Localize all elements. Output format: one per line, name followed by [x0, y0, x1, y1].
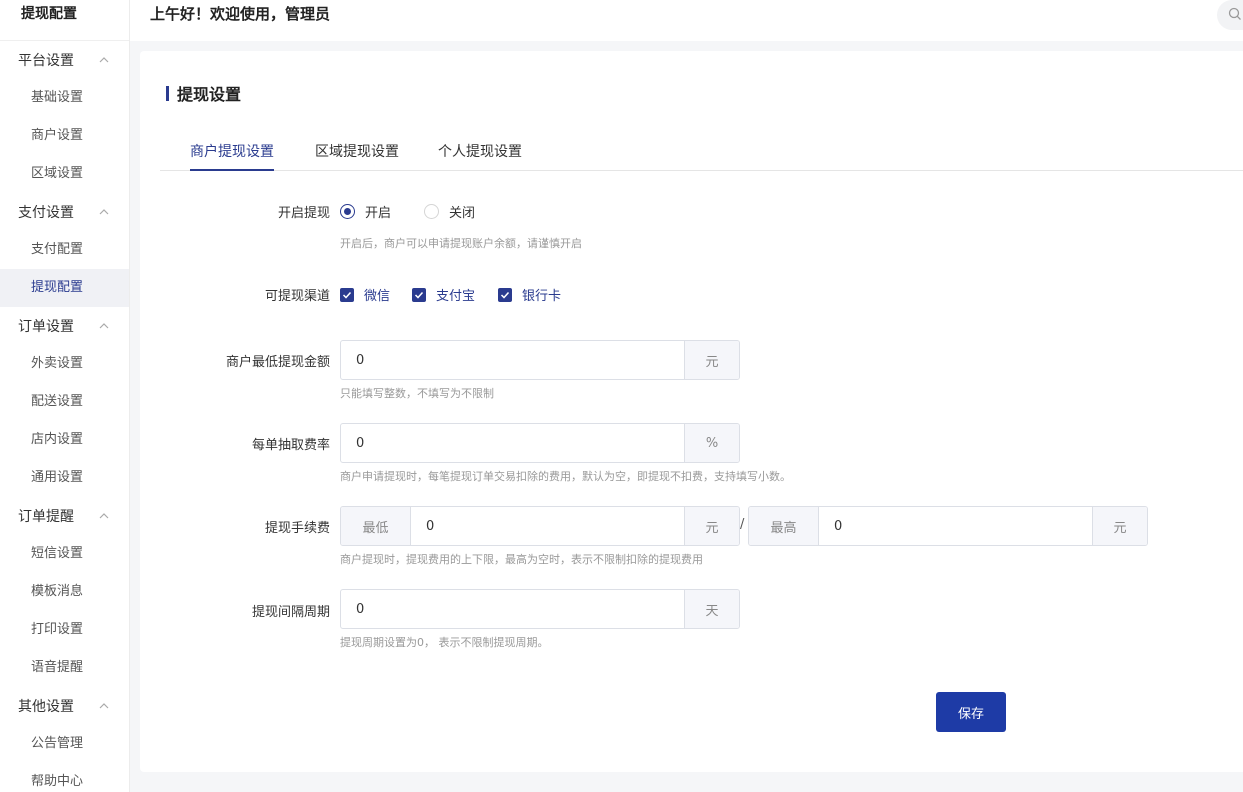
channels-label: 可提现渠道 — [264, 289, 330, 304]
service-fee-min-unit: 元 — [684, 507, 739, 545]
search-icon — [1228, 7, 1241, 20]
interval-unit: 天 — [684, 590, 739, 628]
sidebar-item-print[interactable]: 打印设置 — [0, 611, 129, 649]
min-amount-input[interactable] — [341, 341, 684, 379]
nav-group-other[interactable]: 其他设置 — [0, 687, 129, 725]
checkbox-checked-icon — [340, 287, 354, 302]
min-amount-hint: 只能填写整数，不填写为不限制 — [340, 387, 494, 400]
sidebar-item-region[interactable]: 区域设置 — [0, 155, 129, 193]
sidebar-item-payment-config[interactable]: 支付配置 — [0, 231, 129, 269]
interval-group: 天 — [340, 589, 740, 629]
tab-merchant-withdraw[interactable]: 商户提现设置 — [190, 139, 274, 171]
fee-rate-label: 每单抽取费率 — [251, 438, 330, 453]
service-fee-max-prefix: 最高 — [749, 507, 819, 545]
chevron-up-icon — [99, 55, 109, 65]
sidebar: 提现配置 平台设置 基础设置 商户设置 区域设置 支付设置 支付配置 提现配置 … — [0, 0, 130, 792]
checkbox-wechat[interactable]: 微信 — [340, 285, 390, 304]
sidebar-item-withdraw-config[interactable]: 提现配置 — [0, 269, 129, 307]
checkbox-label: 支付宝 — [436, 289, 476, 304]
save-button[interactable]: 保存 — [936, 692, 1006, 732]
checkbox-checked-icon — [412, 287, 426, 302]
chevron-up-icon — [99, 701, 109, 711]
checkbox-checked-icon — [498, 287, 512, 302]
sidebar-item-sms[interactable]: 短信设置 — [0, 535, 129, 573]
service-fee-max-group: 最高 元 — [748, 506, 1148, 546]
sidebar-item-takeout[interactable]: 外卖设置 — [0, 345, 129, 383]
nav-group-label: 平台设置 — [18, 53, 74, 69]
section-title: 提现设置 — [166, 81, 241, 105]
chevron-up-icon — [99, 511, 109, 521]
chevron-up-icon — [99, 321, 109, 331]
nav-group-label: 订单设置 — [18, 319, 74, 335]
title-accent-bar — [166, 85, 169, 101]
interval-hint: 提现周期设置为0， 表示不限制提现周期。 — [340, 636, 549, 649]
sidebar-item-dinein[interactable]: 店内设置 — [0, 421, 129, 459]
enable-withdraw-hint: 开启后，商户可以申请提现账户余额，请谨慎开启 — [340, 237, 582, 250]
fee-rate-hint: 商户申请提现时，每笔提现订单交易扣除的费用，默认为空，即提现不扣费，支持填写小数… — [340, 470, 791, 483]
fee-rate-unit: % — [684, 424, 739, 462]
radio-label: 开启 — [365, 206, 392, 221]
checkbox-label: 银行卡 — [522, 289, 562, 304]
min-amount-label: 商户最低提现金额 — [225, 355, 330, 370]
sidebar-item-merchant[interactable]: 商户设置 — [0, 117, 129, 155]
service-fee-max-unit: 元 — [1092, 507, 1147, 545]
nav-group-label: 其他设置 — [18, 699, 74, 715]
fee-rate-group: % — [340, 423, 740, 463]
sidebar-item-help[interactable]: 帮助中心 — [0, 763, 129, 792]
service-fee-min-group: 最低 元 — [340, 506, 740, 546]
sidebar-item-general[interactable]: 通用设置 — [0, 459, 129, 497]
greeting-text: 上午好！欢迎使用，管理员 — [150, 5, 331, 23]
sidebar-item-delivery[interactable]: 配送设置 — [0, 383, 129, 421]
radio-label: 关闭 — [449, 206, 476, 221]
nav-group-payment[interactable]: 支付设置 — [0, 193, 129, 231]
fee-rate-input[interactable] — [341, 424, 684, 462]
nav-group-label: 支付设置 — [18, 205, 74, 221]
section-title-text: 提现设置 — [177, 85, 242, 104]
tab-personal-withdraw[interactable]: 个人提现设置 — [438, 139, 522, 171]
sidebar-title: 提现配置 — [0, 0, 129, 41]
service-fee-min-input[interactable] — [411, 507, 684, 545]
enable-withdraw-label: 开启提现 — [277, 206, 330, 221]
nav-group-label: 订单提醒 — [18, 509, 74, 525]
min-amount-unit: 元 — [684, 341, 739, 379]
chevron-up-icon — [99, 207, 109, 217]
search-button[interactable] — [1217, 0, 1243, 30]
sidebar-item-voice[interactable]: 语音提醒 — [0, 649, 129, 687]
topbar: 上午好！欢迎使用，管理员 — [130, 0, 1243, 41]
sidebar-item-template[interactable]: 模板消息 — [0, 573, 129, 611]
min-amount-group: 元 — [340, 340, 740, 380]
radio-checked-icon — [340, 204, 355, 219]
checkbox-alipay[interactable]: 支付宝 — [412, 285, 475, 304]
radio-enable-on[interactable]: 开启 — [340, 202, 391, 221]
radio-enable-off[interactable]: 关闭 — [424, 202, 475, 221]
settings-card: 提现设置 商户提现设置 区域提现设置 个人提现设置 开启提现 开启 关闭 开启后… — [140, 51, 1243, 772]
service-fee-label: 提现手续费 — [264, 521, 330, 536]
interval-input[interactable] — [341, 590, 684, 628]
sidebar-item-basic[interactable]: 基础设置 — [0, 79, 129, 117]
range-separator: / — [740, 517, 745, 532]
nav-group-reminder[interactable]: 订单提醒 — [0, 497, 129, 535]
service-fee-hint: 商户提现时，提现费用的上下限，最高为空时，表示不限制扣除的提现费用 — [340, 553, 703, 566]
nav-group-order[interactable]: 订单设置 — [0, 307, 129, 345]
checkbox-bankcard[interactable]: 银行卡 — [498, 285, 561, 304]
sidebar-item-notice[interactable]: 公告管理 — [0, 725, 129, 763]
service-fee-max-input[interactable] — [819, 507, 1092, 545]
tab-bar: 商户提现设置 区域提现设置 个人提现设置 — [160, 139, 1243, 171]
tab-region-withdraw[interactable]: 区域提现设置 — [315, 139, 399, 171]
checkbox-label: 微信 — [364, 289, 391, 304]
radio-unchecked-icon — [424, 204, 439, 219]
service-fee-min-prefix: 最低 — [341, 507, 411, 545]
nav-group-platform[interactable]: 平台设置 — [0, 41, 129, 79]
interval-label: 提现间隔周期 — [251, 605, 330, 620]
